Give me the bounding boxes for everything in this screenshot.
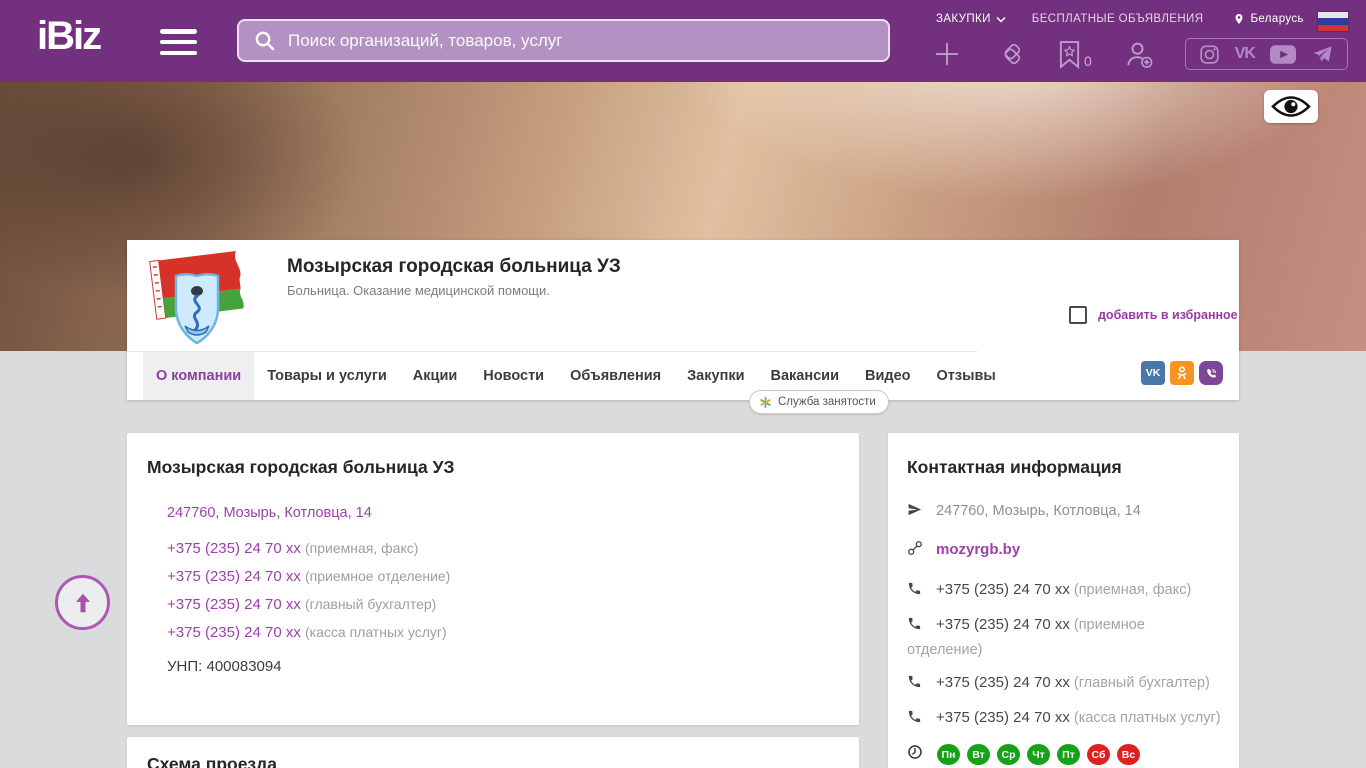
contact-address-row: 247760, Мозырь, Котловца, 14	[907, 500, 1223, 525]
instagram-icon[interactable]	[1199, 44, 1220, 65]
ibiz-logo[interactable]: iBiz	[37, 14, 102, 59]
unp-number: УНП: 400083094	[167, 658, 282, 675]
menu-icon[interactable]	[160, 29, 197, 55]
link-icon	[907, 540, 923, 564]
search-input[interactable]	[288, 30, 874, 51]
tab-about[interactable]: О компании	[143, 352, 255, 400]
tab-ads[interactable]: Объявления	[557, 352, 674, 400]
visually-impaired-mode-button[interactable]	[1264, 90, 1318, 123]
navigation-arrow-icon	[907, 502, 923, 525]
map-heading: Схема проезда	[147, 754, 277, 768]
free-ads-link[interactable]: БЕСПЛАТНЫЕ ОБЪЯВЛЕНИЯ	[1032, 13, 1204, 25]
phone-link[interactable]: +375 (235) 24 70 xx	[167, 596, 301, 613]
telegram-icon[interactable]	[1311, 44, 1334, 65]
tab-products[interactable]: Товары и услуги	[254, 352, 400, 400]
about-heading: Мозырская городская больница УЗ	[147, 457, 455, 477]
viber-icon	[1206, 368, 1216, 378]
company-header-card: Мозырская городская больница УЗ Больница…	[127, 240, 1239, 400]
youtube-icon[interactable]	[1269, 44, 1296, 64]
top-header: iBiz ЗАКУПКИ БЕСПЛАТНЫЕ ОБЪЯВЛЕНИЯ Белар…	[0, 0, 1366, 82]
contact-heading: Контактная информация	[907, 457, 1122, 477]
page: iBiz ЗАКУПКИ БЕСПЛАТНЫЕ ОБЪЯВЛЕНИЯ Белар…	[0, 0, 1366, 768]
phone-row: +375 (235) 24 70 xx (касса платных услуг…	[167, 624, 447, 641]
phone-link[interactable]: +375 (235) 24 70 xx	[936, 709, 1070, 726]
phone-row: +375 (235) 24 70 xx (приемное отделение)	[167, 568, 451, 585]
phone-icon	[907, 616, 923, 639]
chevron-down-icon	[996, 16, 1006, 23]
add-user-icon[interactable]	[1123, 39, 1154, 70]
phone-link[interactable]: +375 (235) 24 70 xx	[167, 540, 301, 557]
contact-phone-row: +375 (235) 24 70 xx (главный бухгалтер)	[907, 671, 1223, 697]
tab-reviews[interactable]: Отзывы	[924, 352, 1009, 400]
header-icons: 0 VK	[932, 37, 1348, 71]
vacancy-tooltip: Служба занятости	[749, 390, 889, 414]
phone-icon	[907, 709, 923, 732]
phone-link[interactable]: +375 (235) 24 70 xx	[936, 581, 1070, 598]
contact-info-card: Контактная информация 247760, Мозырь, Ко…	[888, 433, 1239, 768]
vk-icon[interactable]: VK	[1235, 45, 1256, 63]
header-links: ЗАКУПКИ БЕСПЛАТНЫЕ ОБЪЯВЛЕНИЯ Беларусь	[936, 12, 1304, 26]
contact-website-row: mozyrgb.by	[907, 538, 1223, 564]
phone-icon	[907, 674, 923, 697]
about-address-link[interactable]: 247760, Мозырь, Котловца, 14	[167, 505, 372, 521]
vk-button[interactable]: VK	[1141, 361, 1165, 385]
day-badge-fri: Пт	[1057, 744, 1080, 765]
map-card: Схема проезда	[127, 737, 859, 768]
favorite-label: добавить в избранное	[1098, 308, 1238, 322]
partners-handshake-icon[interactable]	[993, 39, 1027, 69]
company-logo	[149, 250, 244, 345]
vacancy-tooltip-label: Служба занятости	[778, 396, 876, 408]
contact-phone-row: +375 (235) 24 70 xx (касса платных услуг…	[907, 706, 1223, 732]
contact-phone-row: +375 (235) 24 70 xx (приемная, факс)	[907, 578, 1223, 604]
work-schedule: Пн Вт Ср Чт Пт Сб Вс	[907, 744, 1223, 765]
phone-row: +375 (235) 24 70 xx (главный бухгалтер)	[167, 596, 437, 613]
website-link[interactable]: mozyrgb.by	[936, 541, 1020, 558]
favorites-bookmark[interactable]: 0	[1058, 40, 1092, 69]
favorites-count: 0	[1083, 52, 1092, 69]
company-title: Мозырская городская больница УЗ	[287, 256, 621, 277]
odnoklassniki-button[interactable]	[1170, 361, 1194, 385]
search-icon	[255, 31, 275, 51]
clock-icon	[907, 744, 923, 765]
tab-promotions[interactable]: Акции	[400, 352, 470, 400]
arrow-up-icon	[75, 593, 90, 612]
day-badge-sun: Вс	[1117, 744, 1140, 765]
add-to-favorites[interactable]: добавить в избранное	[1069, 306, 1238, 324]
ok-icon	[1177, 366, 1187, 380]
phone-link[interactable]: +375 (235) 24 70 xx	[167, 568, 301, 585]
location-pin-icon	[1235, 14, 1243, 24]
bookmark-star-icon	[1059, 40, 1080, 69]
phone-link[interactable]: +375 (235) 24 70 xx	[936, 616, 1070, 633]
header-social-links: VK	[1184, 38, 1348, 70]
back-to-top-button[interactable]	[55, 575, 110, 630]
phone-link[interactable]: +375 (235) 24 70 xx	[167, 624, 301, 641]
day-badge-thu: Чт	[1027, 744, 1050, 765]
employment-service-icon	[760, 396, 771, 408]
about-card: Мозырская городская больница УЗ 247760, …	[127, 433, 859, 725]
tab-news[interactable]: Новости	[470, 352, 557, 400]
procurement-menu[interactable]: ЗАКУПКИ	[936, 13, 1006, 25]
contact-phone-row: +375 (235) 24 70 xx (приемное отделение)	[907, 616, 1145, 658]
company-social-buttons: VK	[1141, 361, 1223, 385]
phone-row: +375 (235) 24 70 xx (приемная, факс)	[167, 540, 419, 557]
company-subtitle: Больница. Оказание медицинской помощи.	[287, 283, 550, 298]
day-badge-mon: Пн	[937, 744, 960, 765]
day-badge-tue: Вт	[967, 744, 990, 765]
add-company-icon[interactable]	[932, 39, 962, 69]
favorite-checkbox[interactable]	[1069, 306, 1087, 324]
viber-button[interactable]	[1199, 361, 1223, 385]
eye-icon	[1271, 96, 1311, 117]
phone-icon	[907, 581, 923, 604]
language-flag-russian[interactable]	[1318, 12, 1348, 31]
day-badge-sat: Сб	[1087, 744, 1110, 765]
search-bar	[237, 19, 890, 62]
country-selector[interactable]: Беларусь	[1233, 12, 1304, 26]
tab-procurement[interactable]: Закупки	[674, 352, 757, 400]
phone-link[interactable]: +375 (235) 24 70 xx	[936, 674, 1070, 691]
day-badge-wed: Ср	[997, 744, 1020, 765]
